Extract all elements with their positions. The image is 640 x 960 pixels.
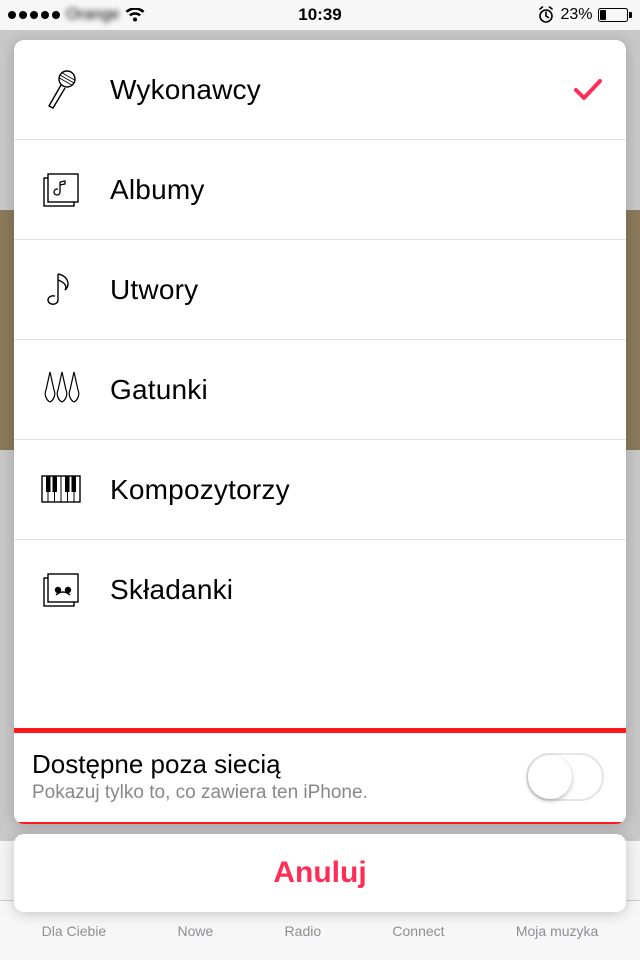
menu-item-artists[interactable]: Wykonawcy [14,40,626,140]
menu-label: Albumy [110,174,205,206]
cancel-button[interactable]: Anuluj [14,834,626,912]
offline-subtitle: Pokazuj tylko to, co zawiera ten iPhone. [32,782,526,804]
alarm-icon [537,6,555,24]
filter-sheet: Wykonawcy Albumy Utwory Gatunki [14,40,626,824]
tab-connect[interactable]: Connect [392,923,444,939]
menu-list: Wykonawcy Albumy Utwory Gatunki [14,40,626,730]
menu-item-albums[interactable]: Albumy [14,140,626,240]
status-bar: Orange 10:39 23% [0,0,640,30]
note-icon [38,270,84,310]
status-right: 23% [537,6,632,24]
offline-title: Dostępne poza siecią [32,749,526,780]
cancel-label: Anuluj [273,856,366,890]
battery-percent-label: 23% [560,6,592,24]
menu-item-songs[interactable]: Utwory [14,240,626,340]
tab-radio[interactable]: Radio [285,923,322,939]
offline-section: Dostępne poza siecią Pokazuj tylko to, c… [14,730,626,824]
compilation-icon [38,572,84,608]
tab-new[interactable]: Nowe [177,923,213,939]
tab-my-music[interactable]: Moja muzyka [516,923,598,939]
offline-toggle[interactable] [526,753,604,801]
menu-item-compilations[interactable]: Składanki [14,540,626,640]
battery-icon [598,8,633,22]
checkmark-icon [574,79,602,101]
carrier-label: Orange [66,6,119,24]
tab-for-you[interactable]: Dla Ciebie [42,923,107,939]
status-left: Orange [8,6,145,24]
guitars-icon [38,370,84,410]
clock-label: 10:39 [298,5,341,25]
menu-item-genres[interactable]: Gatunki [14,340,626,440]
microphone-icon [38,70,84,110]
toggle-knob [528,755,572,799]
menu-label: Gatunki [110,374,208,406]
menu-label: Utwory [110,274,198,306]
cellular-signal-icon [8,11,60,19]
piano-icon [38,475,84,505]
menu-label: Wykonawcy [110,74,261,106]
menu-label: Kompozytorzy [110,474,290,506]
menu-item-composers[interactable]: Kompozytorzy [14,440,626,540]
menu-label: Składanki [110,574,233,606]
album-icon [38,172,84,208]
wifi-icon [125,8,145,23]
